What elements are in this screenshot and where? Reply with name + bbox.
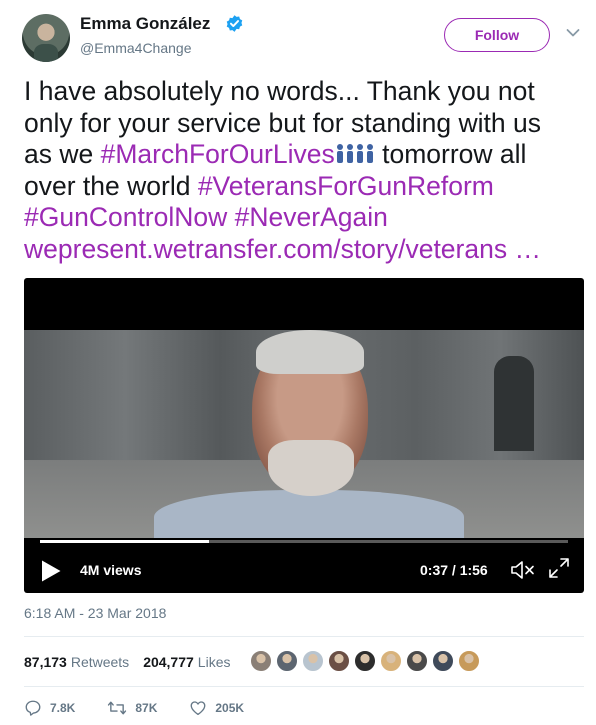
likes-count: 204,777 — [143, 654, 194, 670]
engagement-stats: 87,173 Retweets 204,777 Likes — [24, 650, 244, 674]
fullscreen-icon[interactable] — [548, 557, 570, 579]
retweets-stat[interactable]: 87,173 Retweets — [24, 654, 129, 670]
tweet-text-span: only for your service but for standing w… — [24, 107, 541, 138]
tweet-line: only for your service but for standing w… — [24, 108, 584, 140]
liker-avatar[interactable] — [380, 650, 402, 672]
like-button[interactable]: 205K — [189, 699, 244, 717]
liker-avatar[interactable] — [328, 650, 350, 672]
hashtag-never-again[interactable]: #NeverAgain — [235, 202, 388, 232]
tweet-actions: 7.8K 87K 205K — [24, 696, 276, 720]
tweet-line: over the world #VeteransForGunReform — [24, 171, 584, 203]
retweet-count: 87K — [135, 701, 158, 715]
verified-badge-icon — [226, 15, 243, 32]
video-person-hair — [256, 330, 364, 374]
tweet-text: I have absolutely no words... Thank you … — [24, 76, 584, 265]
video-progress-fill — [40, 540, 209, 543]
tweet-line: wepresent.wetransfer.com/story/veterans … — [24, 234, 584, 266]
hashtag-veterans-for-gun-reform[interactable]: #VeteransForGunReform — [198, 171, 494, 201]
video-player[interactable]: 4M views 0:37 / 1:56 — [24, 278, 584, 593]
video-frame[interactable] — [24, 330, 584, 538]
likes-stat[interactable]: 204,777 Likes — [143, 654, 230, 670]
liker-avatars — [250, 650, 484, 674]
tweet-line: I have absolutely no words... Thank you … — [24, 76, 584, 108]
divider — [24, 686, 584, 687]
user-handle[interactable]: @Emma4Change — [80, 39, 192, 57]
tweet-text-span: over the world — [24, 170, 198, 201]
mute-icon[interactable] — [510, 559, 536, 581]
tweet-text-span: as we — [24, 139, 101, 169]
tweet-timestamp[interactable]: 6:18 AM - 23 Mar 2018 — [24, 605, 166, 621]
tweet-line: #GunControlNow #NeverAgain — [24, 202, 584, 234]
reply-count: 7.8K — [50, 701, 76, 715]
video-time: 0:37 / 1:56 — [420, 562, 488, 578]
like-count: 205K — [215, 701, 245, 715]
liker-avatar[interactable] — [250, 650, 272, 672]
display-name[interactable]: Emma González — [80, 14, 210, 34]
likes-label: Likes — [197, 654, 231, 670]
tweet-line: as we #MarchForOurLives tomorrow all — [24, 139, 584, 171]
tweet-header: Emma González @Emma4Change Follow — [0, 0, 596, 70]
liker-avatar[interactable] — [432, 650, 454, 672]
tweet-text-span: I have absolutely no words... Thank you … — [24, 76, 535, 106]
play-icon[interactable] — [40, 559, 62, 583]
liker-avatar[interactable] — [406, 650, 428, 672]
heart-icon — [190, 701, 206, 716]
story-link[interactable]: wepresent.wetransfer.com/story/veterans … — [24, 234, 541, 264]
video-view-count: 4M views — [80, 562, 142, 578]
retweet-icon — [108, 701, 127, 715]
reply-button[interactable]: 7.8K — [24, 699, 75, 717]
hashtag-gun-control-now[interactable]: #GunControlNow — [24, 202, 227, 232]
follow-button[interactable]: Follow — [444, 18, 550, 52]
liker-avatar[interactable] — [354, 650, 376, 672]
chevron-down-icon[interactable] — [566, 28, 580, 38]
video-progress-bar[interactable] — [40, 540, 568, 543]
avatar[interactable] — [22, 14, 70, 62]
divider — [24, 636, 584, 637]
liker-avatar[interactable] — [458, 650, 480, 672]
tweet-text-span: tomorrow all — [374, 139, 527, 169]
liker-avatar[interactable] — [276, 650, 298, 672]
reply-icon — [25, 700, 41, 716]
liker-avatar[interactable] — [302, 650, 324, 672]
video-person-beard — [268, 440, 354, 496]
retweets-count: 87,173 — [24, 654, 67, 670]
retweet-button[interactable]: 87K — [107, 699, 157, 717]
retweets-label: Retweets — [70, 654, 130, 670]
video-doorway — [494, 356, 534, 451]
march-people-emoji-icon — [336, 144, 373, 163]
video-person-shirt — [154, 490, 464, 538]
hashtag-march-for-our-lives[interactable]: #MarchForOurLives — [101, 139, 335, 169]
